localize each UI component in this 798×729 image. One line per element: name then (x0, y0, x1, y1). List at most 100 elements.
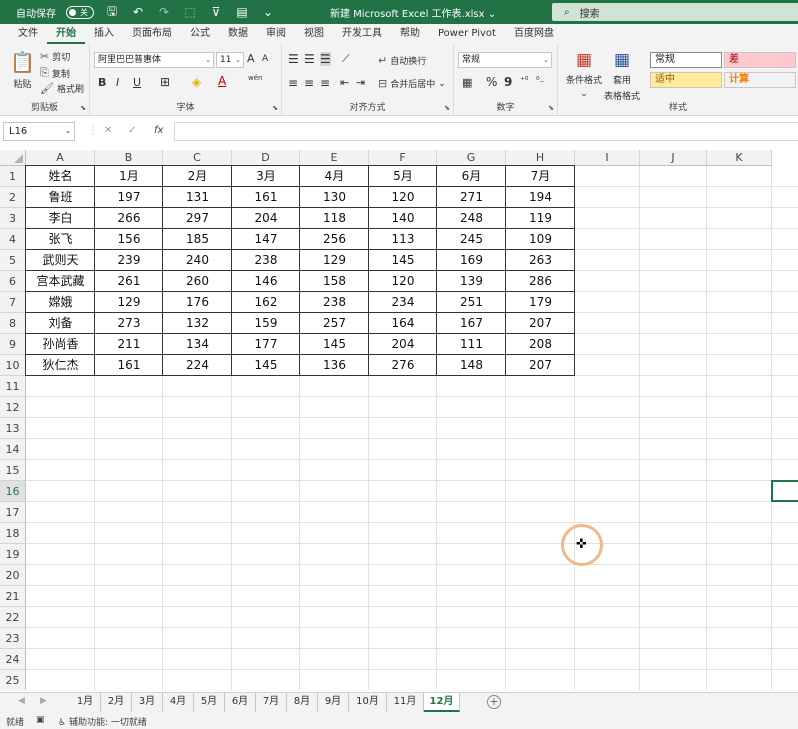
sheet-tab-11[interactable]: 11月 (387, 693, 424, 712)
table-cell[interactable]: 刘备 (26, 313, 95, 334)
table-cell[interactable]: 263 (506, 250, 575, 271)
sheet-tab-6[interactable]: 6月 (225, 693, 256, 712)
row-header-21[interactable]: 21 (0, 586, 26, 607)
table-cell[interactable]: 嫦娥 (26, 292, 95, 313)
style-neutral[interactable]: 适中 (650, 72, 722, 88)
save-icon[interactable]: 🖫 (104, 2, 120, 23)
row-header-18[interactable]: 18 (0, 523, 26, 544)
underline-button[interactable]: U (133, 76, 141, 89)
accounting-icon[interactable]: ▦ (462, 76, 472, 89)
number-format-select[interactable]: 常规 ⌄ (458, 52, 552, 68)
table-cell[interactable]: 238 (232, 250, 300, 271)
table-cell[interactable]: 134 (163, 334, 232, 355)
filter-icon[interactable]: ⊽ (208, 5, 224, 19)
table-header-cell[interactable]: 6月 (437, 166, 506, 187)
formula-input[interactable] (174, 122, 798, 141)
format-icon[interactable]: ⬚ (182, 5, 198, 19)
row-header-1[interactable]: 1 (0, 166, 26, 187)
table-cell[interactable]: 145 (300, 334, 369, 355)
table-cell[interactable]: 148 (437, 355, 506, 376)
sheet-tab-8[interactable]: 8月 (287, 693, 318, 712)
row-header-11[interactable]: 11 (0, 376, 26, 397)
row-header-19[interactable]: 19 (0, 544, 26, 565)
table-cell[interactable]: 276 (369, 355, 437, 376)
enter-icon[interactable]: ✓ (128, 125, 136, 136)
table-cell[interactable]: 266 (95, 208, 163, 229)
table-cell[interactable]: 224 (163, 355, 232, 376)
add-sheet-icon[interactable]: + (487, 695, 501, 709)
shrink-font-button[interactable]: A (262, 54, 268, 64)
increase-decimal-icon[interactable]: ⁺⁰ (520, 76, 528, 86)
search-box[interactable]: ⌕ 搜索 (552, 3, 798, 21)
orientation-icon[interactable]: ⟋ (342, 52, 350, 66)
column-header-g[interactable]: G (437, 150, 506, 166)
table-cell[interactable]: 159 (232, 313, 300, 334)
row-header-17[interactable]: 17 (0, 502, 26, 523)
macro-record-icon[interactable]: ▣ (36, 715, 45, 725)
table-header-cell[interactable]: 3月 (232, 166, 300, 187)
table-cell[interactable]: 李白 (26, 208, 95, 229)
phonetic-button[interactable]: wén (248, 74, 262, 82)
column-header-i[interactable]: I (575, 150, 640, 166)
column-header-d[interactable]: D (232, 150, 300, 166)
table-cell[interactable]: 129 (95, 292, 163, 313)
form-icon[interactable]: ▤ (234, 5, 250, 19)
sheet-tab-3[interactable]: 3月 (132, 693, 163, 712)
table-cell[interactable]: 武则天 (26, 250, 95, 271)
table-cell[interactable]: 257 (300, 313, 369, 334)
align-center-icon[interactable]: ≡ (304, 76, 314, 90)
table-cell[interactable]: 197 (95, 187, 163, 208)
table-cell[interactable]: 136 (300, 355, 369, 376)
sheet-tab-4[interactable]: 4月 (163, 693, 194, 712)
table-cell[interactable]: 207 (506, 313, 575, 334)
number-launcher-icon[interactable]: ⬊ (548, 104, 554, 112)
table-cell[interactable]: 118 (300, 208, 369, 229)
tab-insert[interactable]: 插入 (85, 24, 123, 44)
table-cell[interactable]: 158 (300, 271, 369, 292)
table-cell[interactable]: 271 (437, 187, 506, 208)
grow-font-button[interactable]: A (247, 52, 255, 65)
font-launcher-icon[interactable]: ⬊ (272, 104, 278, 112)
table-header-cell[interactable]: 1月 (95, 166, 163, 187)
align-right-icon[interactable]: ≡ (320, 76, 330, 90)
format-painter-button[interactable]: 🖌 格式刷 (40, 82, 84, 95)
table-cell[interactable]: 211 (95, 334, 163, 355)
table-cell[interactable]: 109 (506, 229, 575, 250)
font-name-select[interactable]: 阿里巴巴普惠体 ⌄ (94, 52, 214, 68)
sheet-tab-2[interactable]: 2月 (101, 693, 132, 712)
tab-power-pivot[interactable]: Power Pivot (429, 24, 505, 44)
borders-icon[interactable]: ⊞ (160, 75, 170, 89)
scroll-right-icon[interactable]: ▶ (40, 696, 47, 706)
row-header-24[interactable]: 24 (0, 649, 26, 670)
table-cell[interactable]: 260 (163, 271, 232, 292)
sheet-tab-5[interactable]: 5月 (194, 693, 225, 712)
autosave-toggle[interactable]: 关 (66, 5, 94, 19)
table-cell[interactable]: 146 (232, 271, 300, 292)
align-top-icon[interactable]: ☰ (288, 52, 299, 66)
decrease-decimal-icon[interactable]: ⁰₋ (536, 76, 544, 86)
increase-indent-icon[interactable]: ⇥ (356, 76, 365, 89)
row-header-13[interactable]: 13 (0, 418, 26, 439)
row-header-2[interactable]: 2 (0, 187, 26, 208)
copy-button[interactable]: ⎘ 复制 (40, 66, 70, 80)
table-cell[interactable]: 207 (506, 355, 575, 376)
tab-baidu-netdisk[interactable]: 百度网盘 (505, 24, 563, 44)
tab-developer[interactable]: 开发工具 (333, 24, 391, 44)
row-header-16[interactable]: 16 (0, 481, 26, 502)
table-cell[interactable]: 132 (163, 313, 232, 334)
table-header-cell[interactable]: 2月 (163, 166, 232, 187)
table-cell[interactable]: 261 (95, 271, 163, 292)
table-cell[interactable]: 147 (232, 229, 300, 250)
tab-file[interactable]: 文件 (9, 24, 47, 44)
table-cell[interactable]: 孙尚香 (26, 334, 95, 355)
percent-button[interactable]: % (486, 75, 497, 89)
table-cell[interactable]: 161 (232, 187, 300, 208)
style-normal[interactable]: 常规 (650, 52, 722, 68)
comma-button[interactable]: 9 (504, 75, 512, 89)
select-all-corner[interactable] (0, 150, 26, 166)
column-header-b[interactable]: B (95, 150, 163, 166)
row-header-20[interactable]: 20 (0, 565, 26, 586)
column-header-f[interactable]: F (369, 150, 437, 166)
row-header-7[interactable]: 7 (0, 292, 26, 313)
sheet-tab-10[interactable]: 10月 (349, 693, 387, 712)
